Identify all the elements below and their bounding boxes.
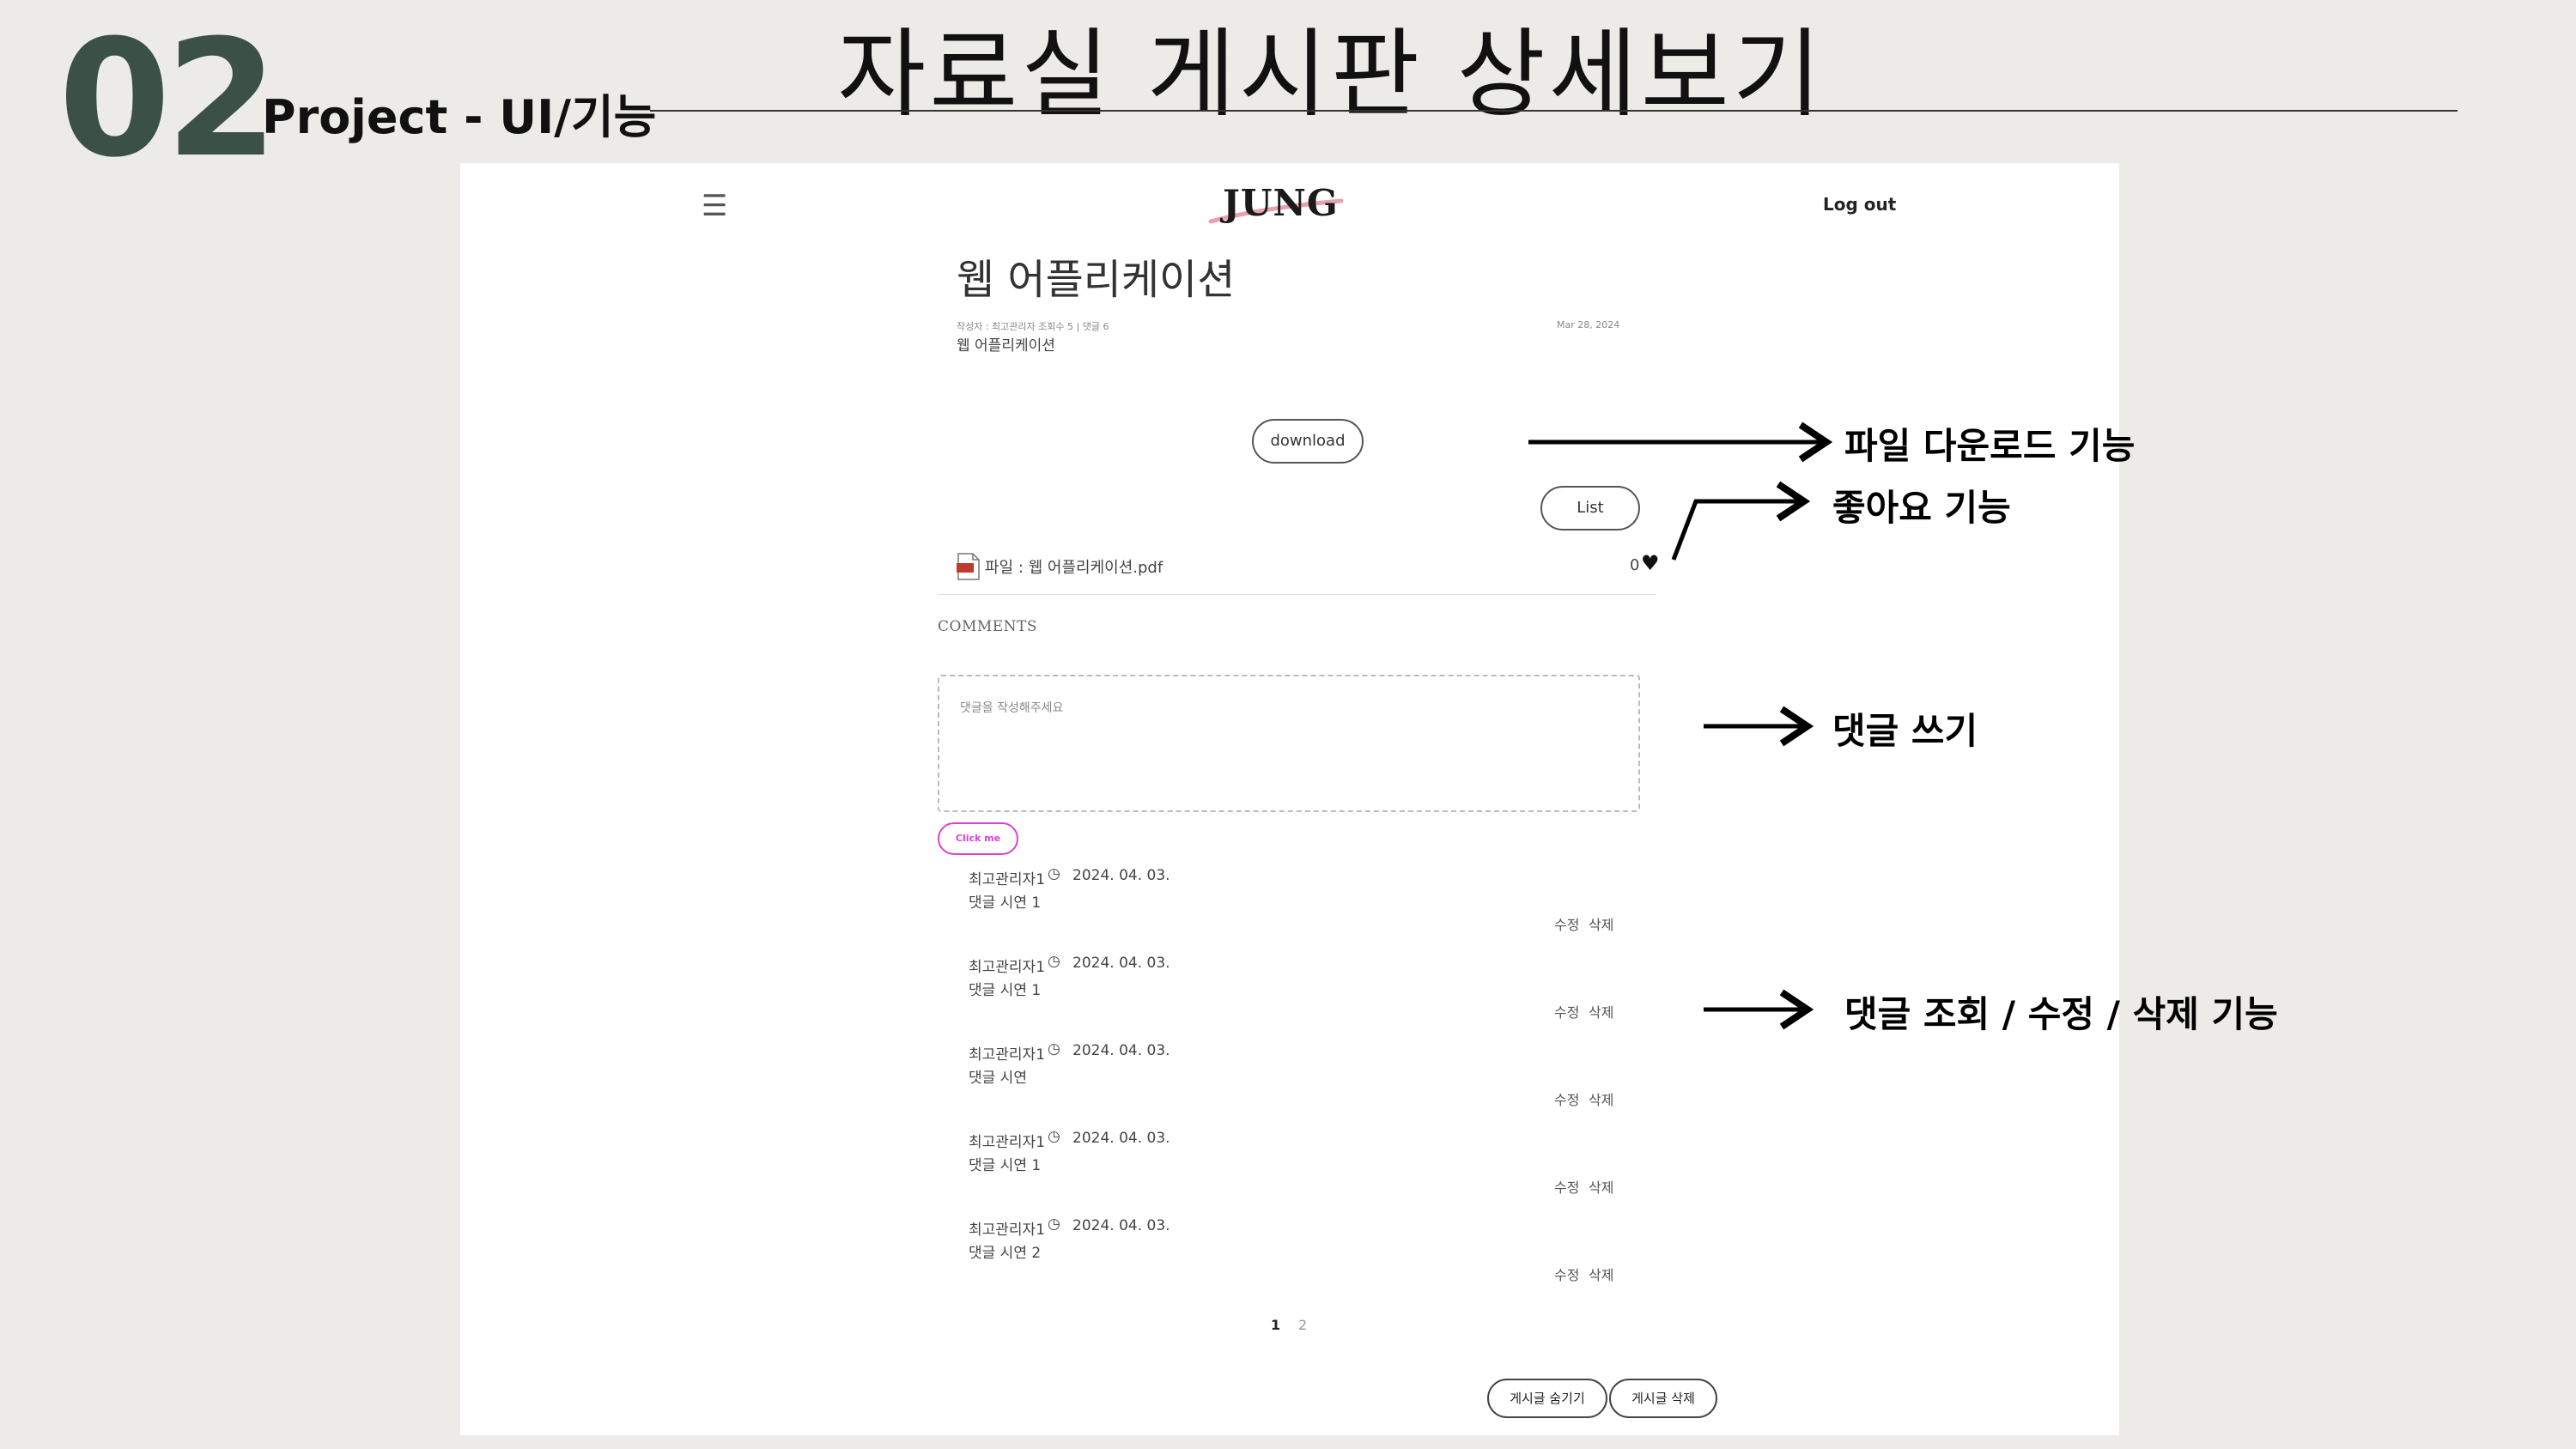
- comment-item: 최고관리자1 ◷ 2024. 04. 03. 댓글 시연 수정 삭제: [969, 1040, 1638, 1128]
- title-divider: [650, 110, 2458, 112]
- comment-author: 최고관리자1: [969, 1134, 1046, 1151]
- comment-author: 최고관리자1: [969, 959, 1046, 976]
- comment-date: 2024. 04. 03.: [1072, 1130, 1170, 1147]
- comment-submit-button[interactable]: Click me: [938, 822, 1018, 855]
- comment-text: 댓글 시연 2: [969, 1245, 1042, 1262]
- post-date: Mar 28, 2024: [1557, 319, 1620, 330]
- post-title: 웹 어플리케이션: [957, 256, 1236, 304]
- comment-text: 댓글 시연 1: [969, 982, 1042, 999]
- clock-icon: ◷: [1048, 1128, 1060, 1145]
- comment-item: 최고관리자1 ◷ 2024. 04. 03. 댓글 시연 1 수정 삭제: [969, 865, 1638, 953]
- comment-delete-button[interactable]: 삭제: [1589, 1176, 1613, 1197]
- comment-edit-button[interactable]: 수정: [1554, 1001, 1579, 1022]
- comment-author: 최고관리자1: [969, 1222, 1046, 1239]
- comment-edit-button[interactable]: 수정: [1554, 1176, 1579, 1197]
- comment-author: 최고관리자1: [969, 871, 1046, 888]
- comment-input[interactable]: [938, 675, 1640, 812]
- clock-icon: ◷: [1048, 1040, 1060, 1058]
- comment-text: 댓글 시연: [969, 1070, 1027, 1087]
- comment-edit-button[interactable]: 수정: [1554, 913, 1579, 934]
- annotation-download: 파일 다운로드 기능: [1844, 425, 2136, 467]
- comment-date: 2024. 04. 03.: [1072, 1042, 1170, 1059]
- annotation-like: 좋아요 기능: [1832, 487, 2011, 529]
- list-button[interactable]: List: [1540, 486, 1640, 530]
- logout-link[interactable]: Log out: [1823, 194, 1896, 215]
- slide-number: 02: [58, 5, 278, 193]
- pagination-page-1[interactable]: 1: [1271, 1317, 1280, 1333]
- post-meta: 작성자 : 최고관리자 조회수 5 | 댓글 6: [957, 321, 1109, 332]
- hide-post-button[interactable]: 게시글 숨기기: [1487, 1379, 1607, 1418]
- comment-delete-button[interactable]: 삭제: [1589, 1088, 1613, 1109]
- hamburger-menu-icon[interactable]: ☰: [702, 189, 727, 223]
- attached-file-link[interactable]: 파일 : 웹 어플리케이션.pdf: [985, 555, 1163, 578]
- heart-icon[interactable]: ♥: [1641, 551, 1660, 575]
- comment-delete-button[interactable]: 삭제: [1589, 1264, 1613, 1284]
- comment-edit-button[interactable]: 수정: [1554, 1088, 1579, 1109]
- ui-screenshot: ☰ JUNG Log out 웹 어플리케이션 작성자 : 최고관리자 조회수 …: [460, 163, 2119, 1435]
- comment-date: 2024. 04. 03.: [1072, 955, 1170, 972]
- comment-text: 댓글 시연 1: [969, 894, 1042, 912]
- post-body: 웹 어플리케이션: [957, 337, 1055, 355]
- annotation-comment-write: 댓글 쓰기: [1832, 710, 1978, 752]
- comments-heading: COMMENTS: [938, 618, 1038, 635]
- pagination-page-2[interactable]: 2: [1298, 1317, 1307, 1333]
- clock-icon: ◷: [1048, 1216, 1060, 1233]
- clock-icon: ◷: [1048, 865, 1060, 882]
- comment-date: 2024. 04. 03.: [1072, 867, 1170, 884]
- site-logo[interactable]: JUNG: [1223, 182, 1339, 224]
- comment-delete-button[interactable]: 삭제: [1589, 1001, 1613, 1022]
- download-button[interactable]: download: [1252, 419, 1364, 464]
- comment-delete-button[interactable]: 삭제: [1589, 913, 1613, 934]
- slide-subtitle: Project - UI/기능: [262, 90, 657, 144]
- comment-item: 최고관리자1 ◷ 2024. 04. 03. 댓글 시연 1 수정 삭제: [969, 953, 1638, 1040]
- clock-icon: ◷: [1048, 953, 1060, 970]
- comment-item: 최고관리자1 ◷ 2024. 04. 03. 댓글 시연 1 수정 삭제: [969, 1128, 1638, 1216]
- like-count: 0: [1630, 556, 1640, 574]
- pdf-file-icon: [957, 553, 980, 580]
- comment-text: 댓글 시연 1: [969, 1157, 1042, 1174]
- comment-edit-button[interactable]: 수정: [1554, 1264, 1579, 1284]
- slide-title: 자료실 게시판 상세보기: [837, 19, 1825, 130]
- comment-author: 최고관리자1: [969, 1046, 1046, 1064]
- delete-post-button[interactable]: 게시글 삭제: [1609, 1379, 1717, 1418]
- file-divider: [938, 594, 1656, 595]
- comment-item: 최고관리자1 ◷ 2024. 04. 03. 댓글 시연 2 수정 삭제: [969, 1216, 1638, 1303]
- comment-date: 2024. 04. 03.: [1072, 1217, 1170, 1234]
- annotation-comment-manage: 댓글 조회 / 수정 / 삭제 기능: [1844, 993, 2278, 1035]
